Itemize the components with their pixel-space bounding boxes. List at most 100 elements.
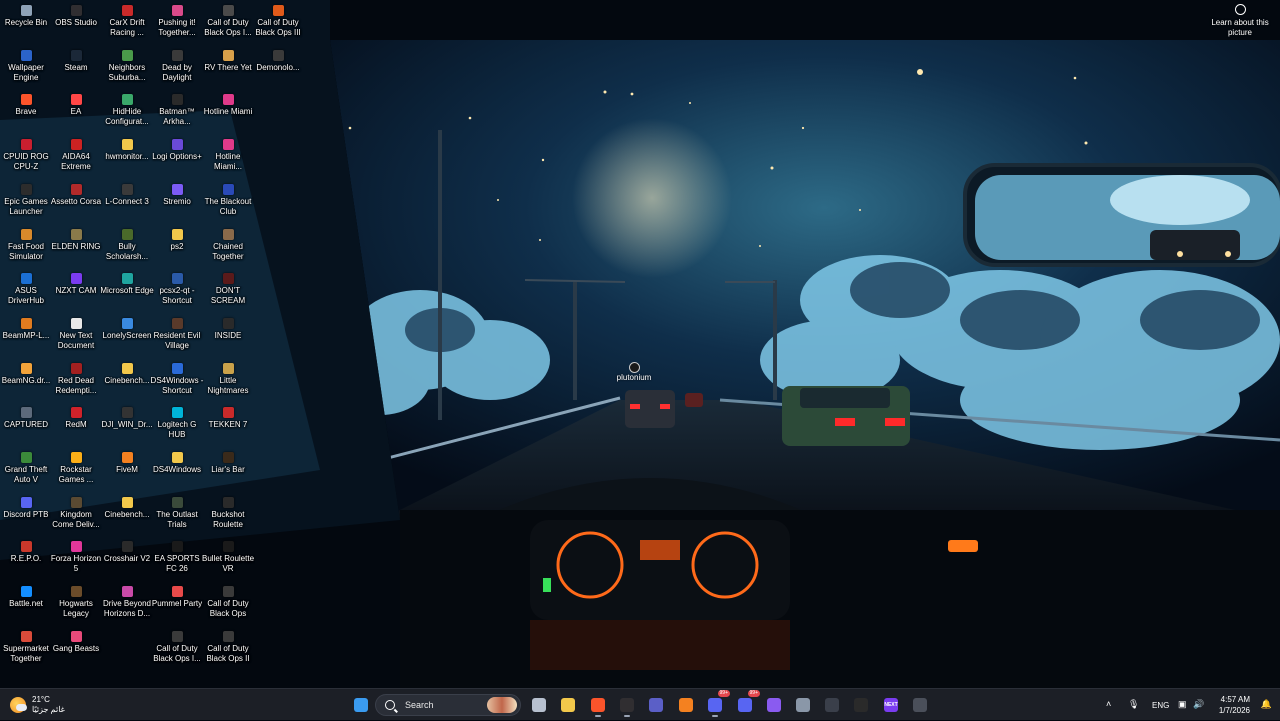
taskbar-app-button[interactable] <box>527 693 551 717</box>
learn-about-picture-button[interactable]: Learn about this picture <box>1210 4 1270 38</box>
desktop-icon[interactable]: Gang Beasts <box>51 630 101 674</box>
desktop-icon[interactable]: DON'T SCREAM <box>203 272 253 316</box>
desktop-icon[interactable]: Fast Food Simulator <box>1 228 51 272</box>
taskbar-app-button[interactable] <box>849 693 873 717</box>
desktop-icon[interactable]: Grand Theft Auto V <box>1 451 51 495</box>
desktop-icon[interactable]: Wallpaper Engine <box>1 49 51 93</box>
desktop-icon[interactable]: RV There Yet <box>203 49 253 93</box>
desktop-icon[interactable]: Drive Beyond Horizons D... <box>102 585 152 629</box>
desktop-icon[interactable]: TEKKEN 7 <box>203 406 253 450</box>
desktop-icon[interactable]: Logitech G HUB <box>152 406 202 450</box>
language-indicator[interactable]: ENG <box>1152 701 1169 710</box>
taskbar-app-button[interactable] <box>791 693 815 717</box>
desktop-icon[interactable]: Logi Options+ <box>152 138 202 182</box>
desktop-icon[interactable]: Demonolo... <box>253 49 303 93</box>
desktop-icon[interactable]: Battle.net <box>1 585 51 629</box>
taskbar-app-button[interactable] <box>908 693 932 717</box>
network-icon[interactable]: ▣ <box>1178 699 1187 710</box>
desktop-icon[interactable]: Steam <box>51 49 101 93</box>
taskbar-app-button[interactable]: NEXT <box>879 693 903 717</box>
desktop-icon[interactable]: L-Connect 3 <box>102 183 152 227</box>
desktop-icon[interactable]: R.E.P.O. <box>1 540 51 584</box>
desktop-icon[interactable]: BeamMP-L... <box>1 317 51 361</box>
plutonium-desktop-icon[interactable]: plutonium <box>612 362 656 383</box>
desktop-icon[interactable]: Assetto Corsa <box>51 183 101 227</box>
desktop-icon[interactable]: ASUS DriverHub <box>1 272 51 316</box>
chevron-up-icon[interactable]: ˄ <box>1106 699 1111 709</box>
taskbar-search-box[interactable]: Search <box>375 694 521 716</box>
taskbar-app-button[interactable]: 99+ <box>703 690 730 717</box>
desktop-icon[interactable]: Microsoft Edge <box>100 272 154 316</box>
taskbar-app-button[interactable] <box>615 693 639 717</box>
desktop-icon[interactable]: Supermarket Together <box>1 630 51 674</box>
desktop-icon[interactable]: Hogwarts Legacy <box>51 585 101 629</box>
desktop-icon[interactable]: NZXT CAM <box>51 272 101 316</box>
desktop-icon[interactable]: Pushing it! Together... <box>152 4 202 48</box>
desktop-icon[interactable]: Bullet Roulette VR <box>202 540 254 584</box>
desktop-icon[interactable]: ps2 <box>152 228 202 272</box>
desktop-icon[interactable]: Resident Evil Village <box>152 317 202 361</box>
desktop-icon[interactable]: AIDA64 Extreme <box>51 138 101 182</box>
weather-widget[interactable]: 21°C غائم جزئيًا <box>10 693 65 717</box>
desktop-icon[interactable]: DS4Windows <box>152 451 202 495</box>
desktop-icon[interactable]: Hotline Miami... <box>203 138 253 182</box>
desktop-icon[interactable]: EA SPORTS FC 26 <box>152 540 202 584</box>
taskbar-app-button[interactable] <box>349 693 373 717</box>
desktop-icon[interactable]: Liar's Bar <box>203 451 253 495</box>
desktop-icon[interactable]: OBS Studio <box>51 4 101 48</box>
desktop-icon[interactable]: Cinebench... <box>102 496 152 540</box>
taskbar-app-button[interactable] <box>644 693 668 717</box>
volume-icon[interactable]: 🔊 <box>1193 699 1204 710</box>
desktop-icon[interactable]: Rockstar Games ... <box>51 451 101 495</box>
desktop-icon[interactable]: Neighbors Suburba... <box>102 49 152 93</box>
desktop-icon[interactable]: DJI_WIN_Dr... <box>101 406 153 450</box>
desktop-icon[interactable]: Batman™ Arkha... <box>152 93 202 137</box>
microphone-icon[interactable]: 🎙 <box>1128 699 1139 710</box>
desktop-icon[interactable]: BeamNG.dr... <box>1 362 51 406</box>
desktop-icon[interactable]: Chained Together <box>203 228 253 272</box>
taskbar-app-button[interactable] <box>762 693 786 717</box>
desktop-icon[interactable]: Brave <box>1 93 51 137</box>
desktop-icon[interactable]: Kingdom Come Deliv... <box>51 496 101 540</box>
desktop-icon[interactable]: Stremio <box>152 183 202 227</box>
desktop-icon[interactable]: CAPTURED <box>1 406 51 450</box>
desktop-icon[interactable]: Pummel Party <box>152 585 202 629</box>
notification-bell-icon[interactable]: 🔔 <box>1261 699 1272 710</box>
taskbar-app-button[interactable] <box>556 693 580 717</box>
desktop-icon[interactable]: The Blackout Club <box>203 183 253 227</box>
desktop-icon[interactable]: Buckshot Roulette <box>203 496 253 540</box>
desktop-icon[interactable]: FiveM <box>102 451 152 495</box>
desktop-icon[interactable]: Call of Duty Black Ops I... <box>203 4 253 48</box>
desktop-icon[interactable]: INSIDE <box>203 317 253 361</box>
desktop-icon[interactable]: CPUID ROG CPU-Z <box>1 138 51 182</box>
desktop-icon[interactable]: pcsx2-qt - Shortcut <box>152 272 202 316</box>
taskbar-app-button[interactable]: 99+ <box>733 690 760 717</box>
desktop-icon[interactable]: Epic Games Launcher <box>1 183 51 227</box>
desktop-icon[interactable]: DS4Windows - Shortcut <box>151 362 203 406</box>
desktop-icon[interactable]: Little Nightmares <box>203 362 253 406</box>
desktop-icon[interactable]: Hotline Miami <box>203 93 253 137</box>
desktop-icon[interactable]: hwmonitor... <box>102 138 152 182</box>
desktop-icon[interactable]: The Outlast Trials <box>152 496 202 540</box>
desktop-icon[interactable]: Recycle Bin <box>1 4 51 48</box>
clock[interactable]: 4:57 AM 1/7/2026 <box>1219 694 1250 716</box>
taskbar-app-button[interactable] <box>674 693 698 717</box>
desktop-icon[interactable]: EA <box>51 93 101 137</box>
desktop-icon[interactable]: New Text Document <box>51 317 101 361</box>
desktop-icon[interactable]: Bully Scholarsh... <box>102 228 152 272</box>
desktop-icon[interactable]: Red Dead Redempti... <box>51 362 101 406</box>
desktop-icon[interactable]: Crosshair V2 <box>102 540 152 584</box>
desktop-icon[interactable]: Cinebench... <box>102 362 152 406</box>
desktop-icon[interactable]: CarX Drift Racing ... <box>102 4 152 48</box>
taskbar-app-button[interactable] <box>586 693 610 717</box>
desktop-icon[interactable]: LonelyScreen <box>102 317 152 361</box>
desktop-icon[interactable]: ELDEN RING <box>51 228 101 272</box>
desktop-icon[interactable]: Call of Duty Black Ops III <box>253 4 303 48</box>
desktop-icon[interactable]: HidHide Configurat... <box>102 93 152 137</box>
desktop-icon[interactable]: Call of Duty Black Ops I... <box>152 630 202 674</box>
desktop-icon[interactable]: Forza Horizon 5 <box>51 540 101 584</box>
desktop-icon[interactable]: Call of Duty Black Ops II <box>203 630 253 674</box>
desktop-icon[interactable]: Dead by Daylight <box>152 49 202 93</box>
taskbar-app-button[interactable] <box>820 693 844 717</box>
desktop-icon[interactable]: Discord PTB <box>1 496 51 540</box>
